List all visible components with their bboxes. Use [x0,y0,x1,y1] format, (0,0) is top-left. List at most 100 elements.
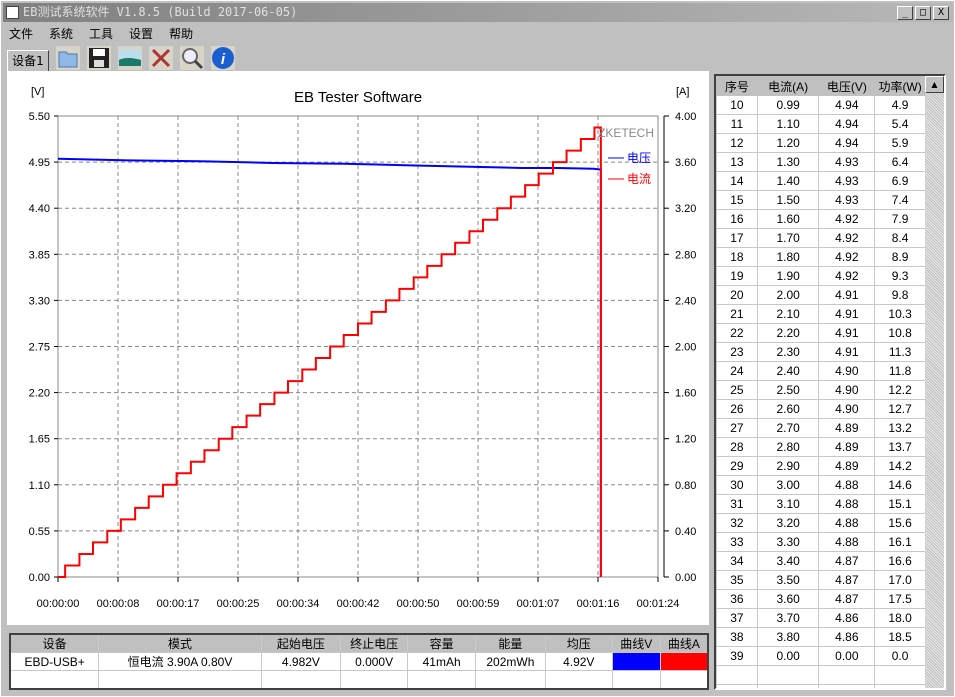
table-cell: 33 [716,532,758,552]
table-row[interactable]: 16 1.60 4.92 7.9 [716,209,926,229]
x-tick: 00:01:24 [637,598,680,610]
table-row[interactable]: 31 3.10 4.88 15.1 [716,494,926,514]
minimize-button[interactable]: _ [897,6,913,20]
table-cell: 29 [716,456,758,476]
table-row[interactable]: 35 3.50 4.87 17.0 [716,570,926,590]
table-cell: 4.90 [818,380,876,400]
records-table: 序号 电流(A) 电压(V) 功率(W) 10 0.99 4.94 4.9 11 1.10… [716,76,926,688]
table-cell [874,665,926,685]
table-row[interactable]: 22 2.20 4.91 10.8 [716,323,926,343]
table-cell: 4.92 [818,209,876,229]
y-left-tick: 2.75 [29,342,50,354]
table-row[interactable]: 25 2.50 4.90 12.2 [716,380,926,400]
curve-a-color-swatch[interactable] [659,652,709,671]
summary-header: 曲线V [611,633,661,653]
table-row[interactable]: 10 0.99 4.94 4.9 [716,95,926,115]
table-cell: 1.80 [756,247,820,267]
chart: [V] [A] EB Tester Software 0.00 0.00 0.55 0… [29,86,697,610]
watermark: ZKETECH [598,126,654,140]
save-icon[interactable] [87,46,111,70]
menu-settings[interactable]: 设置 [129,25,153,42]
table-cell: 1.10 [756,114,820,134]
menu-tools[interactable]: 工具 [89,25,113,42]
table-cell: 28 [716,437,758,457]
table-cell: 2.30 [756,342,820,362]
table-row[interactable]: 21 2.10 4.91 10.3 [716,304,926,324]
info-icon[interactable]: i [211,46,235,70]
table-cell: 3.70 [756,608,820,628]
table-cell: 34 [716,551,758,571]
table-cell [818,665,876,685]
y-left-tick: 5.50 [29,111,50,123]
table-cell: 0.00 [756,646,820,666]
table-row[interactable]: 34 3.40 4.87 16.6 [716,551,926,571]
menu-file[interactable]: 文件 [9,25,33,42]
table-row[interactable]: 30 3.00 4.88 14.6 [716,475,926,495]
table-row[interactable]: 23 2.30 4.91 11.3 [716,342,926,362]
table-row[interactable]: 24 2.40 4.90 11.8 [716,361,926,381]
table-cell: 4.86 [818,627,876,647]
table-cell: 39 [716,646,758,666]
table-row[interactable]: 33 3.30 4.88 16.1 [716,532,926,552]
maximize-button[interactable]: □ [915,6,931,20]
table-cell: 4.90 [818,361,876,381]
menu-system[interactable]: 系统 [49,25,73,42]
table-row[interactable]: 27 2.70 4.89 13.2 [716,418,926,438]
curve-v-color-swatch[interactable] [611,652,661,671]
summary-empty-cell [260,670,342,689]
table-cell: 22 [716,323,758,343]
table-row[interactable]: 17 1.70 4.92 8.4 [716,228,926,248]
summary-cell: 41mAh [407,652,477,671]
table-row[interactable]: 19 1.90 4.92 9.3 [716,266,926,286]
table-row[interactable]: 36 3.60 4.87 17.5 [716,589,926,609]
table-row[interactable]: 20 2.00 4.91 9.8 [716,285,926,305]
col-power: 功率(W) [874,76,926,96]
summary-empty-cell [340,670,409,689]
table-cell [716,684,758,688]
summary-empty-cell [611,670,661,689]
table-row[interactable]: 29 2.90 4.89 14.2 [716,456,926,476]
table-cell: 4.88 [818,513,876,533]
table-row-empty [716,684,926,688]
tab-device1[interactable]: 设备1 [7,50,49,72]
table-cell: 10.3 [874,304,926,324]
table-cell: 38 [716,627,758,647]
table-row[interactable]: 14 1.40 4.93 6.9 [716,171,926,191]
table-cell: 15.1 [874,494,926,514]
y-right-tick: 2.40 [675,295,696,307]
x-tick: 00:00:00 [37,598,80,610]
table-cell: 4.94 [818,114,876,134]
table-row[interactable]: 15 1.50 4.93 7.4 [716,190,926,210]
search-icon[interactable] [180,46,204,70]
table-row[interactable]: 26 2.60 4.90 12.7 [716,399,926,419]
scroll-up-button[interactable]: ▲ [925,76,944,93]
table-cell: 6.9 [874,171,926,191]
table-row[interactable]: 11 1.10 4.94 5.4 [716,114,926,134]
records-scrollbar[interactable]: ▲ [925,76,944,688]
picture-icon[interactable] [118,46,142,70]
table-row[interactable]: 39 0.00 0.00 0.0 [716,646,926,666]
summary-header: 终止电压 [340,633,409,653]
x-tick: 00:00:59 [457,598,500,610]
table-cell: 4.9 [874,95,926,115]
table-row[interactable]: 37 3.70 4.86 18.0 [716,608,926,628]
summary-header: 容量 [407,633,477,653]
table-row[interactable]: 32 3.20 4.88 15.6 [716,513,926,533]
table-row[interactable]: 38 3.80 4.86 18.5 [716,627,926,647]
y-right-tick: 0.00 [675,572,696,584]
close-button[interactable]: X [933,6,949,20]
table-cell: 2.50 [756,380,820,400]
table-cell: 4.87 [818,570,876,590]
table-row[interactable]: 12 1.20 4.94 5.9 [716,133,926,153]
table-row[interactable]: 28 2.80 4.89 13.7 [716,437,926,457]
chart-panel: [V] [A] EB Tester Software 0.00 0.00 0.55 0… [7,71,709,625]
x-tick: 00:00:17 [157,598,200,610]
tools-icon[interactable] [149,46,173,70]
open-folder-icon[interactable] [56,46,80,70]
table-row[interactable]: 13 1.30 4.93 6.4 [716,152,926,172]
summary-cell: 0.000V [340,652,409,671]
table-row[interactable]: 18 1.80 4.92 8.9 [716,247,926,267]
summary-cell: 4.982V [260,652,342,671]
menu-help[interactable]: 帮助 [169,25,193,42]
table-cell: 16.1 [874,532,926,552]
